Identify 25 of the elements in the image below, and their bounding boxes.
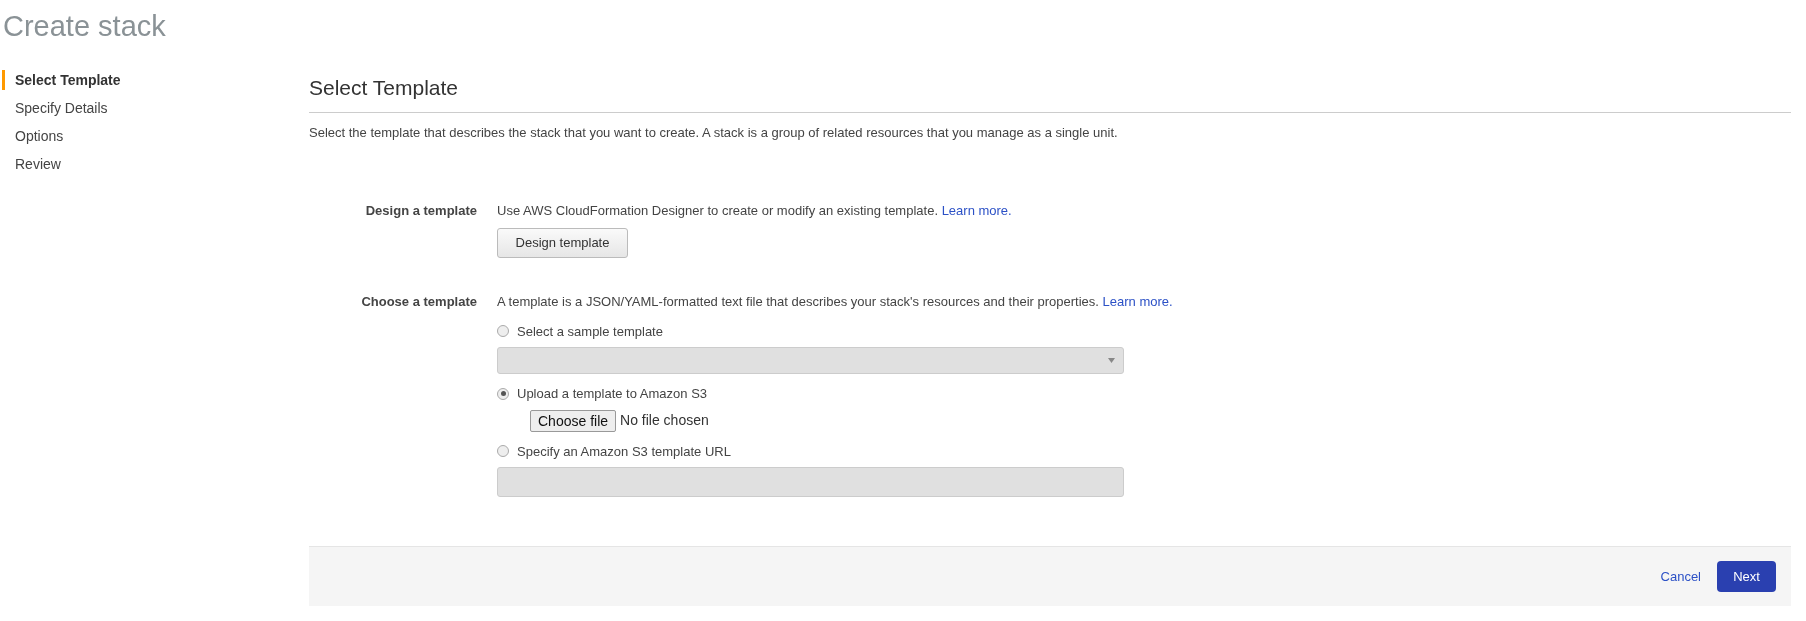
choose-file-button[interactable]: Choose file: [530, 409, 617, 432]
learn-more-link[interactable]: Learn more.: [941, 202, 1012, 218]
page-title: Create stack: [2, 9, 167, 44]
choose-description: A template is a JSON/YAML-formatted text file that describes your stack's resources and their properties. Learn more.: [497, 293, 1173, 311]
next-button[interactable]: Next: [1717, 561, 1776, 592]
radio-button[interactable]: [497, 445, 509, 458]
radio-label: Upload a template to Amazon S3: [517, 385, 708, 403]
step-item[interactable]: Review: [2, 154, 309, 174]
radio-label: Specify an Amazon S3 template URL: [517, 442, 731, 461]
radio-button[interactable]: [497, 325, 509, 338]
field-label: Choose a template: [360, 293, 478, 311]
design-description: Use AWS CloudFormation Designer to create or modify an existing template. Learn more.: [497, 201, 1012, 220]
section-description: Select the template that describes the stack that you want to create. A stack is a group of related resources that you manage as a single unit.: [309, 124, 1119, 142]
design-template-button[interactable]: Design template: [497, 228, 628, 258]
field-label: Design a template: [364, 201, 478, 220]
step-item[interactable]: Options: [2, 126, 309, 146]
step-item[interactable]: Specify Details: [2, 98, 309, 118]
learn-more-link[interactable]: Learn more.: [1102, 294, 1173, 309]
radio-label: Select a sample template: [517, 322, 663, 341]
file-status: No file chosen: [620, 411, 709, 430]
radio-button[interactable]: [497, 387, 509, 400]
caret-icon: [1108, 358, 1115, 363]
section-title: Select Template: [309, 74, 1791, 113]
cancel-link[interactable]: Cancel: [1660, 566, 1701, 587]
step-item[interactable]: Select Template: [2, 70, 309, 90]
